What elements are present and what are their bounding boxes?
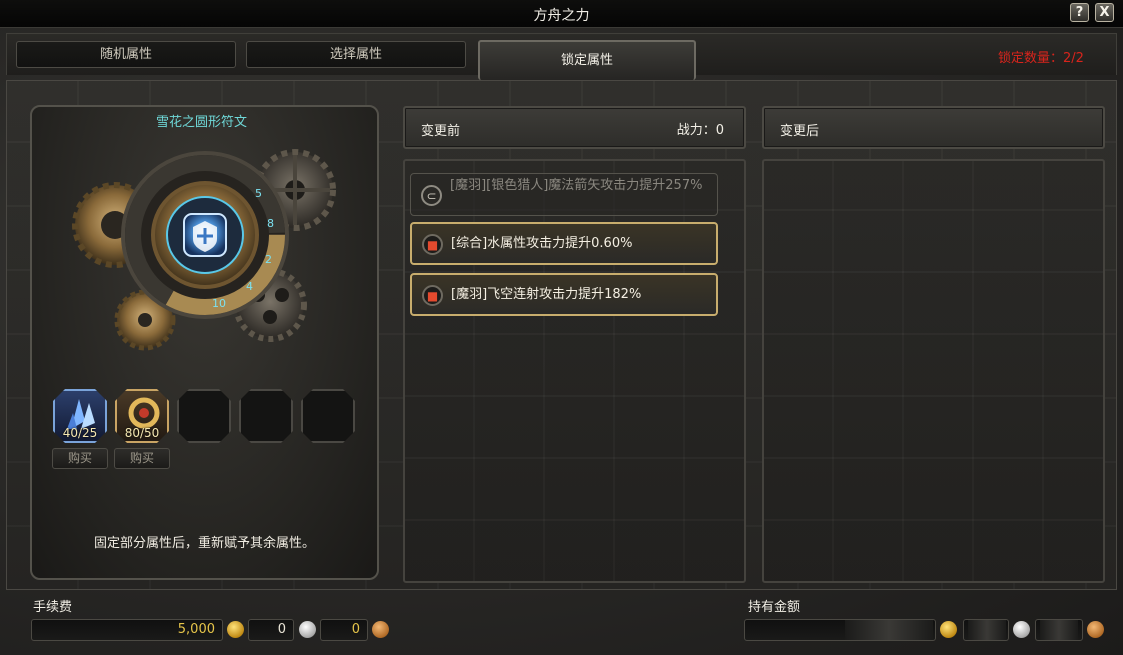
svg-text:10: 10 [212, 297, 226, 310]
gold-coin-icon [227, 621, 244, 638]
owned-copper-value-redacted [1040, 620, 1078, 640]
svg-text:5: 5 [255, 187, 262, 200]
fee-silver-field: 0 [248, 619, 294, 641]
before-header-label: 变更前 [421, 124, 461, 139]
lock-icon[interactable]: ■ [422, 285, 443, 306]
tab-select-attributes[interactable]: 选择属性 [246, 41, 466, 68]
before-header: 变更前 战力：0 [403, 106, 746, 149]
attribute-text: [魔羽]飞空连射攻击力提升182% [451, 287, 642, 302]
material-qty-1: 40/25 [62, 426, 98, 440]
after-header-label: 变更后 [780, 124, 820, 139]
rune-name: 雪花之圆形符文 [155, 115, 247, 130]
lock-icon[interactable]: ■ [422, 234, 443, 255]
buy-button-1[interactable]: 购买 [52, 448, 108, 469]
owned-label: 持有金额 [748, 600, 801, 615]
ark-power-window: 方舟之力 ? X 随机属性 选择属性 锁定属性 锁定数量：2/2 雪花之圆形符文 [0, 0, 1123, 655]
close-button[interactable]: X [1095, 3, 1114, 22]
material-qty-2: 80/50 [124, 426, 160, 440]
copper-coin-icon [1087, 621, 1104, 638]
material-slot-5[interactable] [301, 389, 355, 443]
rune-dial: 5 8 2 4 10 [121, 151, 289, 319]
attribute-row-unlocked[interactable]: ⊂ [魔羽][银色猎人]魔法箭矢攻击力提升257% [410, 173, 718, 216]
lock-count: 锁定数量：2/2 [998, 51, 1084, 66]
after-attribute-list [762, 159, 1105, 583]
titlebar[interactable]: 方舟之力 ? X [0, 0, 1123, 28]
svg-text:4: 4 [246, 280, 253, 293]
copper-coin-icon [372, 621, 389, 638]
help-button[interactable]: ? [1070, 3, 1089, 22]
rune-gear-illustration: 5 8 2 4 10 [60, 135, 350, 355]
material-slot-3[interactable] [177, 389, 231, 443]
silver-coin-icon [1013, 621, 1030, 638]
gold-coin-icon [940, 621, 957, 638]
attribute-row-locked-1[interactable]: ■ [综合]水属性攻击力提升0.60% [410, 222, 718, 265]
owned-silver-value-redacted [968, 620, 1006, 640]
rune-description: 固定部分属性后，重新赋予其余属性。 [93, 536, 315, 551]
silver-coin-icon [299, 621, 316, 638]
material-slot-4[interactable] [239, 389, 293, 443]
unlock-icon[interactable]: ⊂ [421, 185, 442, 206]
fee-label: 手续费 [33, 600, 73, 615]
material-slot-2[interactable]: 80/50 [115, 389, 169, 443]
after-header: 变更后 [762, 106, 1105, 149]
material-slot-1[interactable]: 40/25 [53, 389, 107, 443]
svg-text:8: 8 [267, 217, 274, 230]
svg-text:2: 2 [265, 253, 272, 266]
attribute-row-locked-2[interactable]: ■ [魔羽]飞空连射攻击力提升182% [410, 273, 718, 316]
fee-gold-field: 5,000 [31, 619, 223, 641]
window-title: 方舟之力 [533, 8, 590, 24]
tab-lock-attributes[interactable]: 锁定属性 [478, 40, 696, 80]
owned-gold-value-redacted [845, 620, 933, 640]
buy-button-2[interactable]: 购买 [114, 448, 170, 469]
tab-random-attributes[interactable]: 随机属性 [16, 41, 236, 68]
attribute-text: [魔羽][银色猎人]魔法箭矢攻击力提升257% [450, 178, 703, 193]
combat-power: 战力：0 [676, 123, 724, 138]
fee-copper-field: 0 [320, 619, 368, 641]
attribute-text: [综合]水属性攻击力提升0.60% [451, 236, 633, 251]
